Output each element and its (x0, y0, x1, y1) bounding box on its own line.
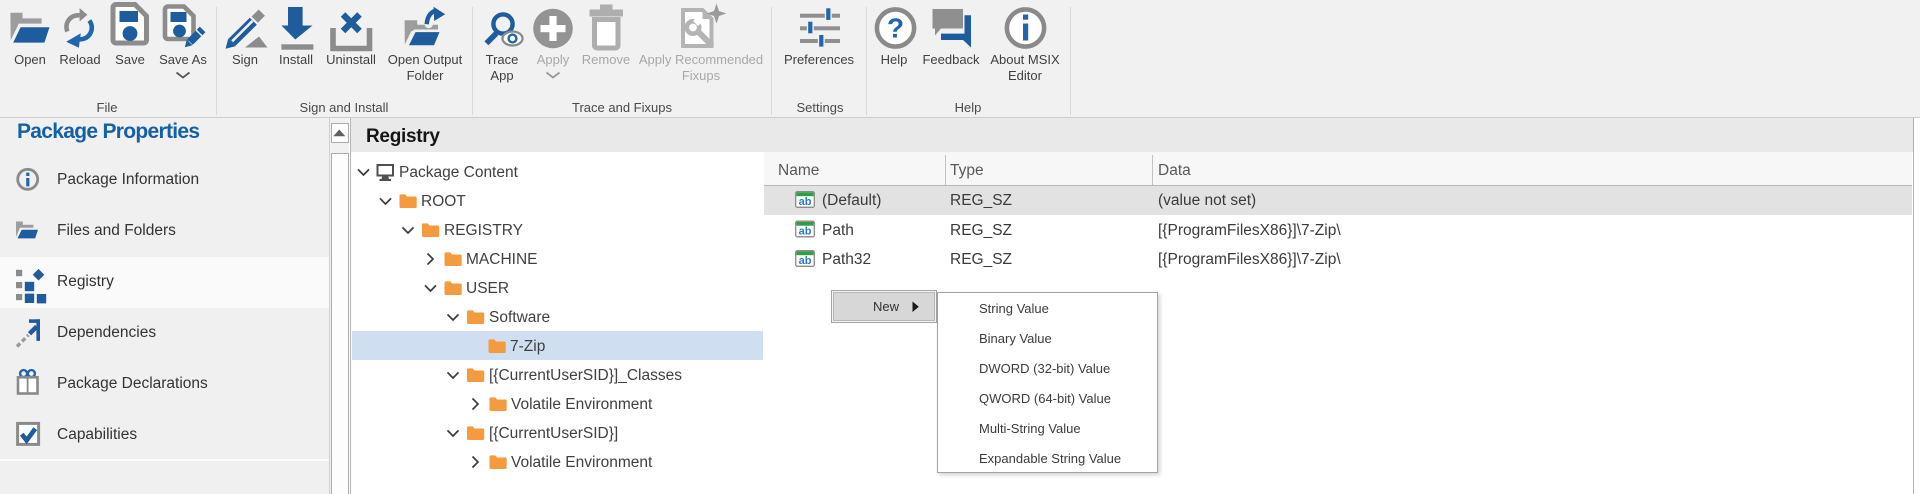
svg-text:ab: ab (799, 196, 812, 208)
svg-text:?: ? (887, 13, 904, 44)
